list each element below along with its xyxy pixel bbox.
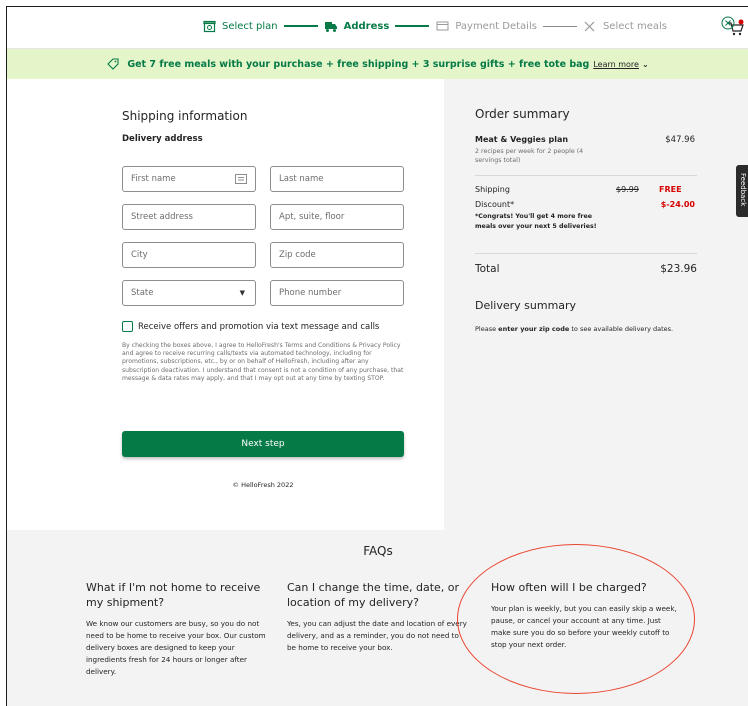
faq-item: What if I'm not home to receive my shipm… <box>86 580 268 678</box>
faq-item: How often will I be charged? Your plan i… <box>491 580 679 651</box>
promo-banner: Get 7 free meals with your purchase + fr… <box>7 49 748 79</box>
faq-title: FAQs <box>363 544 393 558</box>
sms-optin[interactable]: Receive offers and promotion via text me… <box>122 321 379 332</box>
step-select-meals[interactable]: Select meals <box>583 19 667 33</box>
optin-checkbox[interactable] <box>122 321 133 332</box>
checkout-steps: Select plan Address Payment Details Sele… <box>202 19 667 33</box>
last-name-placeholder: Last name <box>279 174 324 184</box>
faq-answer: Yes, you can adjust the date and locatio… <box>287 619 467 652</box>
box-icon <box>202 19 216 33</box>
plan-price: $47.96 <box>665 135 695 145</box>
first-name-field[interactable]: First name <box>122 166 256 192</box>
step-payment-details[interactable]: Payment Details <box>435 19 537 33</box>
summary-divider <box>475 175 697 176</box>
copyright: © HelloFresh 2022 <box>232 481 294 489</box>
zip-code-field[interactable]: Zip code <box>270 242 404 268</box>
city-placeholder: City <box>131 250 148 260</box>
step-connector <box>395 25 430 27</box>
step-connector <box>283 25 318 27</box>
plan-description: 2 recipes per week for 2 people (4 servi… <box>475 148 584 164</box>
order-summary-title: Order summary <box>475 107 570 121</box>
total-value: $23.96 <box>660 263 697 275</box>
summary-divider <box>475 253 697 254</box>
phone-number-field[interactable]: Phone number <box>270 280 404 306</box>
apt-suite-placeholder: Apt, suite, floor <box>279 212 345 222</box>
delivery-text-post: to see available delivery dates. <box>569 325 674 333</box>
step-address[interactable]: Address <box>324 19 390 33</box>
legal-disclaimer: By checking the boxes above, I agree to … <box>122 342 404 382</box>
shipping-label: Shipping <box>475 185 510 194</box>
delivery-summary-title: Delivery summary <box>475 299 577 312</box>
apt-suite-field[interactable]: Apt, suite, floor <box>270 204 404 230</box>
state-select[interactable]: State ▼ <box>122 280 256 306</box>
shipping-form: Shipping information Delivery address Fi… <box>7 79 444 530</box>
discount-label: Discount* <box>475 200 515 209</box>
delivery-summary-text: Please enter your zip code to see availa… <box>475 325 685 335</box>
faq-question: What if I'm not home to receive my shipm… <box>86 581 261 609</box>
faq-question: How often will I be charged? <box>491 581 647 594</box>
discount-value: $-24.00 <box>660 200 695 209</box>
next-step-button[interactable]: Next step <box>122 431 404 457</box>
step-select-plan[interactable]: Select plan <box>202 19 278 33</box>
shipping-title: Shipping information <box>122 109 248 123</box>
contact-card-icon <box>235 174 247 184</box>
faq-item: Can I change the time, date, or location… <box>287 580 469 654</box>
step-connector <box>542 25 577 27</box>
delivery-address-label: Delivery address <box>122 134 203 144</box>
faq-section: FAQs What if I'm not home to receive my … <box>7 530 748 706</box>
order-summary-panel: Order summary Meat & Veggies plan $47.96… <box>444 79 748 530</box>
street-address-field[interactable]: Street address <box>122 204 256 230</box>
close-circle-icon[interactable] <box>721 15 735 30</box>
truck-icon <box>324 19 338 33</box>
first-name-placeholder: First name <box>131 174 176 184</box>
shipping-free: FREE <box>659 185 682 194</box>
delivery-text-pre: Please <box>475 325 499 333</box>
promo-text: Get 7 free meals with your purchase + fr… <box>127 58 590 70</box>
tag-icon <box>107 58 119 70</box>
faq-answer: Your plan is weekly, but you can easily … <box>491 604 677 649</box>
state-placeholder: State <box>131 288 154 298</box>
faq-answer: We know our customers are busy, so you d… <box>86 619 266 676</box>
step-label: Payment Details <box>455 20 537 32</box>
shipping-old-price: $9.99 <box>616 185 639 194</box>
delivery-text-bold: enter your zip code <box>498 325 570 333</box>
phone-number-placeholder: Phone number <box>279 288 342 298</box>
plan-name: Meat & Veggies plan <box>475 135 569 144</box>
feedback-label: Feedback <box>739 173 747 207</box>
step-label: Select plan <box>222 20 278 32</box>
checkout-header: Select plan Address Payment Details Sele… <box>7 7 748 49</box>
step-label: Address <box>343 20 390 32</box>
chevron-down-icon[interactable]: ⌄ <box>642 60 649 69</box>
congrats-note: *Congrats! You'll get 4 more free meals … <box>475 213 597 230</box>
page-frame: Select plan Address Payment Details Sele… <box>6 6 748 706</box>
caret-down-icon: ▼ <box>239 289 245 297</box>
feedback-tab[interactable]: Feedback <box>736 165 748 217</box>
optin-label: Receive offers and promotion via text me… <box>138 321 380 332</box>
utensils-icon <box>583 19 597 33</box>
learn-more-link[interactable]: Learn more <box>593 60 639 69</box>
faq-question: Can I change the time, date, or location… <box>287 581 460 609</box>
city-field[interactable]: City <box>122 242 256 268</box>
card-icon <box>435 19 449 33</box>
zip-code-placeholder: Zip code <box>279 250 316 260</box>
last-name-field[interactable]: Last name <box>270 166 404 192</box>
step-label: Select meals <box>602 20 667 32</box>
street-address-placeholder: Street address <box>131 212 193 222</box>
total-label: Total <box>475 263 500 275</box>
